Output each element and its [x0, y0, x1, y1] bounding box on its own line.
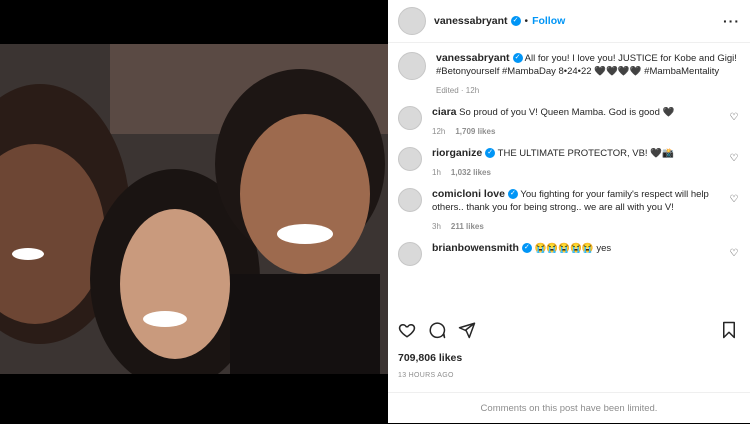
heart-icon[interactable]: ♡	[728, 147, 740, 179]
avatar[interactable]	[398, 106, 422, 130]
comment-text: So proud of you V! Queen Mamba. God is g…	[459, 107, 675, 118]
comment-username[interactable]: brianbowensmith	[432, 242, 519, 254]
avatar[interactable]	[398, 7, 426, 35]
comment-meta: 12h 1,709 likes	[432, 125, 720, 138]
separator: •	[524, 15, 529, 27]
comment-meta: 1h 1,032 likes	[432, 166, 720, 179]
comment-username[interactable]: ciara	[432, 106, 457, 118]
comment-text: 😭😭😭😭😭 yes	[534, 243, 612, 254]
comment-time: 3h	[432, 222, 441, 231]
comment-username[interactable]: comicloni love	[432, 188, 505, 200]
comments-list[interactable]: vanessabryant ✓ All for you! I love you! …	[388, 43, 750, 323]
comment-likes[interactable]: 1,032 likes	[451, 168, 491, 177]
caption-row: vanessabryant ✓ All for you! I love you! …	[388, 43, 750, 97]
comment-text: THE ULTIMATE PROTECTOR, VB! 🖤📸	[497, 148, 674, 159]
comment-likes[interactable]: 1,709 likes	[455, 127, 495, 136]
heart-icon[interactable]: ♡	[728, 242, 740, 266]
comment-likes[interactable]: 211 likes	[451, 222, 484, 231]
verified-icon: ✓	[512, 53, 523, 64]
follow-button[interactable]: Follow	[532, 15, 565, 27]
post-actions	[398, 321, 476, 339]
list-item: ciara So proud of you V! Queen Mamba. Go…	[388, 97, 750, 138]
heart-icon[interactable]: ♡	[728, 188, 740, 233]
photo-illustration	[0, 44, 388, 374]
heart-icon[interactable]: ♡	[728, 106, 740, 138]
comments-limited-notice: Comments on this post have been limited.	[388, 392, 750, 424]
avatar[interactable]	[398, 188, 422, 212]
heart-icon[interactable]	[398, 321, 416, 339]
comment-time: 1h	[432, 168, 441, 177]
avatar[interactable]	[398, 52, 426, 80]
post-side-panel: vanessabryant ✓ • Follow ··· vanessabrya…	[388, 0, 750, 423]
verified-icon: ✓	[485, 148, 496, 159]
list-item: riorganize ✓ THE ULTIMATE PROTECTOR, VB! …	[388, 138, 750, 179]
post-timestamp[interactable]: 13 HOURS AGO	[398, 372, 454, 379]
list-item: brianbowensmith ✓ 😭😭😭😭😭 yes ♡	[388, 233, 750, 266]
avatar[interactable]	[398, 242, 422, 266]
bookmark-icon[interactable]	[720, 321, 738, 339]
post-header: vanessabryant ✓ • Follow ···	[388, 0, 750, 43]
likes-count[interactable]: 709,806 likes	[398, 352, 462, 364]
post-media[interactable]	[0, 0, 388, 423]
verified-icon: ✓	[507, 189, 518, 200]
verified-icon: ✓	[521, 243, 532, 254]
comment-username[interactable]: riorganize	[432, 147, 482, 159]
list-item: comicloni love ✓ You fighting for your fa…	[388, 179, 750, 233]
caption-username[interactable]: vanessabryant	[436, 52, 510, 64]
share-icon[interactable]	[458, 321, 476, 339]
more-icon[interactable]: ···	[723, 13, 740, 29]
comment-meta: 3h 211 likes	[432, 220, 720, 233]
verified-icon: ✓	[510, 16, 521, 26]
caption-meta: Edited · 12h	[436, 86, 480, 95]
avatar[interactable]	[398, 147, 422, 171]
post-photo	[0, 44, 388, 374]
comment-icon[interactable]	[428, 321, 446, 339]
comment-time: 12h	[432, 127, 446, 136]
header-username[interactable]: vanessabryant	[434, 15, 508, 27]
post-viewer: vanessabryant ✓ • Follow ··· vanessabrya…	[0, 0, 750, 423]
